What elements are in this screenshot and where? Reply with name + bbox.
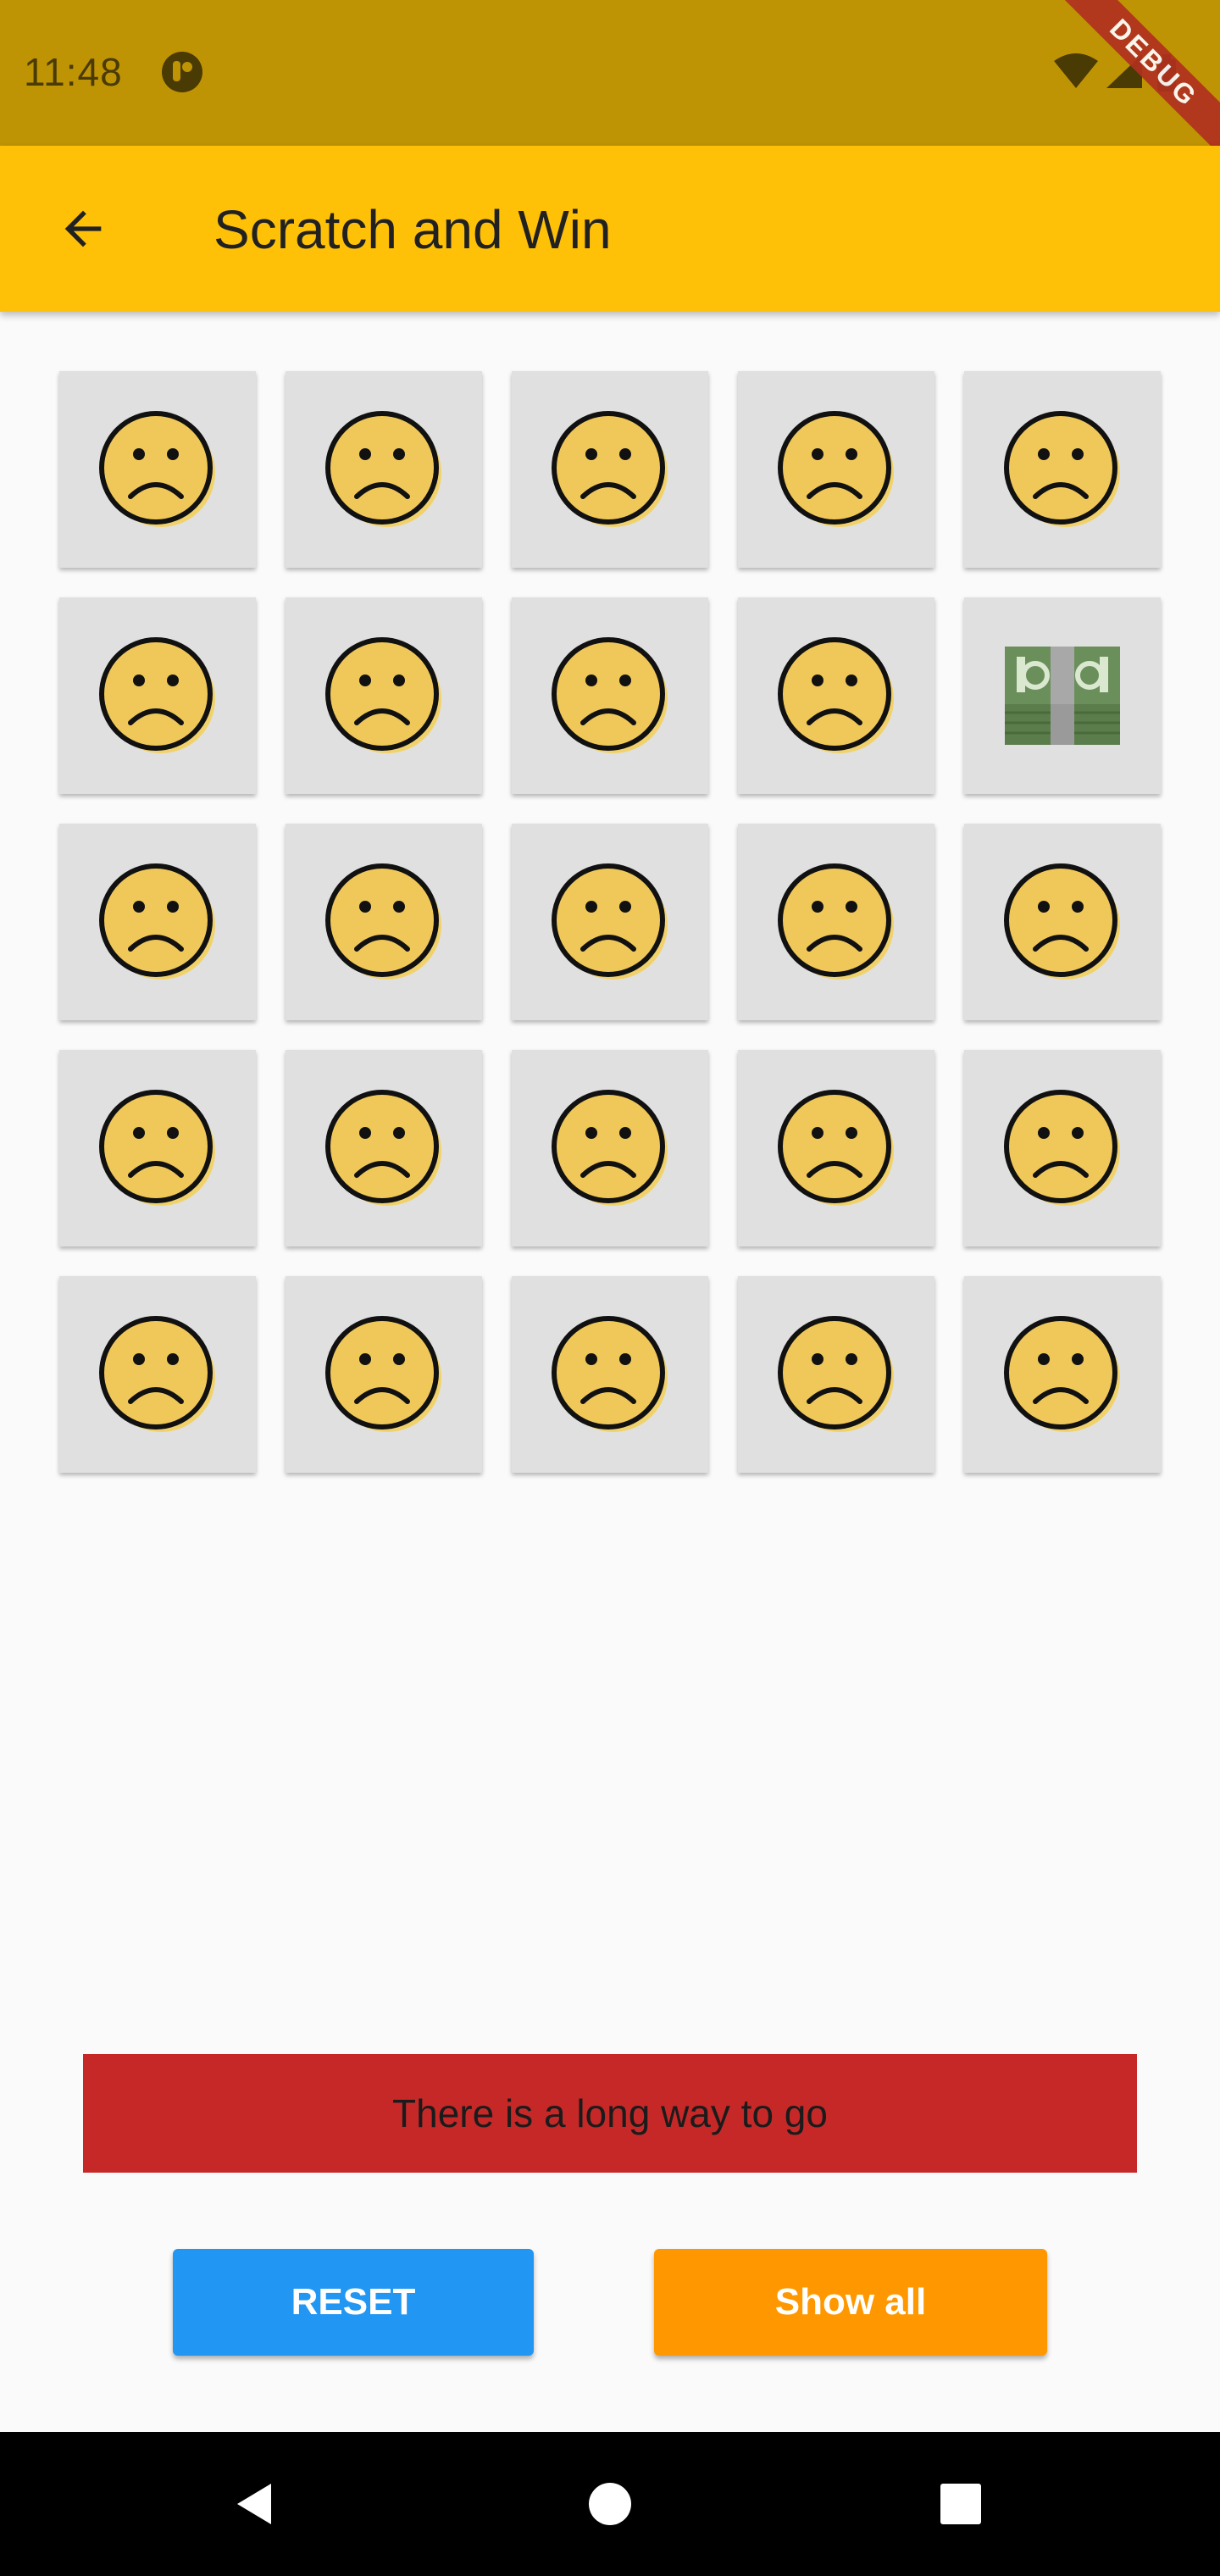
sad-face-icon	[99, 637, 215, 753]
scratch-tile[interactable]	[286, 824, 482, 1020]
scratch-tile[interactable]	[59, 824, 256, 1020]
status-message-text: There is a long way to go	[392, 2091, 828, 2135]
scratch-tile[interactable]	[512, 1050, 708, 1246]
sad-face-icon	[778, 411, 894, 527]
app-bar: Scratch and Win	[0, 146, 1220, 312]
sad-face-icon	[552, 637, 668, 753]
scratch-tile[interactable]	[286, 371, 482, 568]
scratch-tile[interactable]	[512, 597, 708, 794]
sad-face-icon	[1004, 1090, 1120, 1206]
status-bar: 11:48	[0, 0, 1220, 146]
scratch-tile[interactable]	[59, 1050, 256, 1246]
scratch-tile[interactable]	[59, 1276, 256, 1473]
battery-icon	[1157, 54, 1176, 92]
signal-icon	[1106, 54, 1142, 88]
sad-face-icon	[552, 411, 668, 527]
sad-face-icon	[1004, 863, 1120, 980]
sad-face-icon	[325, 1090, 441, 1206]
scratch-tile[interactable]	[286, 597, 482, 794]
nav-recents-button[interactable]	[927, 2470, 995, 2538]
scratch-tile[interactable]	[286, 1050, 482, 1246]
sad-face-icon	[778, 1090, 894, 1206]
sad-face-icon	[325, 637, 441, 753]
nav-recents-icon	[940, 2484, 981, 2524]
scratch-tile[interactable]	[59, 597, 256, 794]
sad-face-icon	[325, 1316, 441, 1432]
back-button[interactable]	[41, 186, 125, 271]
wifi-icon	[1054, 53, 1098, 88]
sad-face-icon	[778, 863, 894, 980]
system-nav-bar	[0, 2432, 1220, 2576]
sad-face-icon	[99, 1316, 215, 1432]
scratch-tile[interactable]	[964, 371, 1161, 568]
sad-face-icon	[778, 1316, 894, 1432]
reset-button[interactable]: RESET	[173, 2249, 534, 2356]
status-time: 11:48	[24, 50, 123, 94]
status-icons	[1052, 49, 1196, 97]
app-notification-icon	[161, 51, 203, 93]
scratch-tile[interactable]	[512, 1276, 708, 1473]
nav-back-button[interactable]	[220, 2470, 288, 2538]
scratch-tile[interactable]	[964, 824, 1161, 1020]
arrow-back-icon	[64, 210, 102, 247]
money-icon	[1005, 647, 1120, 745]
sad-face-icon	[325, 863, 441, 980]
scratch-tile[interactable]	[738, 1050, 934, 1246]
scratch-tile[interactable]	[738, 824, 934, 1020]
scratch-tile[interactable]	[964, 597, 1161, 794]
sad-face-icon	[1004, 1316, 1120, 1432]
scratch-tile[interactable]	[286, 1276, 482, 1473]
nav-home-icon	[589, 2483, 631, 2525]
nav-home-button[interactable]	[576, 2470, 644, 2538]
scratch-grid	[59, 371, 1162, 1473]
nav-back-icon	[237, 2484, 271, 2524]
scratch-tile[interactable]	[738, 597, 934, 794]
status-message: There is a long way to go	[83, 2054, 1137, 2173]
sad-face-icon	[99, 411, 215, 527]
sad-face-icon	[552, 1090, 668, 1206]
sad-face-icon	[552, 1316, 668, 1432]
scratch-tile[interactable]	[512, 824, 708, 1020]
sad-face-icon	[1004, 411, 1120, 527]
show-all-button[interactable]: Show all	[654, 2249, 1047, 2356]
sad-face-icon	[99, 1090, 215, 1206]
sad-face-icon	[778, 637, 894, 753]
page-title: Scratch and Win	[214, 199, 612, 260]
scratch-tile[interactable]	[964, 1050, 1161, 1246]
scratch-tile[interactable]	[512, 371, 708, 568]
scratch-tile[interactable]	[738, 1276, 934, 1473]
app-screen: 11:48 DEBUG Scratch and Win There is a l…	[0, 0, 1220, 2576]
scratch-tile[interactable]	[59, 371, 256, 568]
sad-face-icon	[325, 411, 441, 527]
scratch-tile[interactable]	[964, 1276, 1161, 1473]
sad-face-icon	[99, 863, 215, 980]
scratch-tile[interactable]	[738, 371, 934, 568]
sad-face-icon	[552, 863, 668, 980]
